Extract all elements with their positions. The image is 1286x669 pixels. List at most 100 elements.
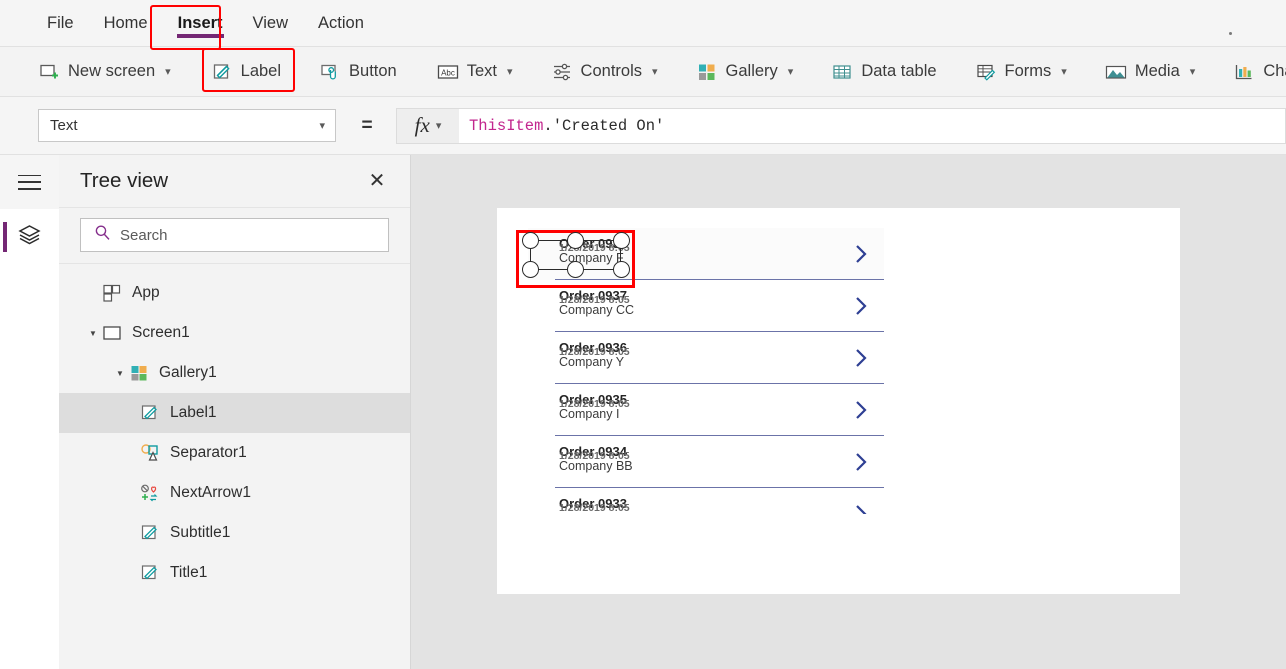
tree-node-subtitle1[interactable]: Subtitle1 xyxy=(59,513,410,553)
menu-item-action[interactable]: Action xyxy=(303,0,379,47)
new-screen-icon xyxy=(38,61,60,83)
forms-button[interactable]: Forms ▾ xyxy=(963,47,1079,97)
tree-node-separator1[interactable]: Separator1 xyxy=(59,433,410,473)
chevron-right-icon[interactable] xyxy=(852,243,871,270)
tree-search-wrapper: Search xyxy=(59,208,410,264)
tree-node-screen1[interactable]: ▼ Screen1 xyxy=(59,313,410,353)
gallery-item-text: Order 0933 1/28/2019 8:05 xyxy=(559,497,630,514)
media-button[interactable]: Media ▾ xyxy=(1093,47,1207,97)
charts-bar-icon xyxy=(1233,61,1255,83)
chevron-right-icon[interactable] xyxy=(852,503,871,514)
equals-sign: = xyxy=(361,114,373,136)
gallery-item[interactable]: Order 0933 1/28/2019 8:05 xyxy=(528,488,884,514)
tree-view-title: Tree view xyxy=(80,169,169,192)
tree-node-gallery1[interactable]: ▼ Gallery1 xyxy=(59,353,410,393)
label-button-label: Label xyxy=(240,62,282,80)
formula-input[interactable]: ThisItem .'Created On' xyxy=(459,107,1286,144)
data-table-button[interactable]: Data table xyxy=(819,47,948,97)
chevron-down-icon: ▾ xyxy=(652,66,658,78)
menu-item-label: Home xyxy=(103,14,148,32)
gallery-item[interactable]: Order 0937 1/28/2019 8:05 Company CC xyxy=(528,280,884,332)
gallery-button[interactable]: Gallery ▾ xyxy=(684,47,806,97)
tree-node-label: Label1 xyxy=(170,404,217,421)
close-icon[interactable]: ✕ xyxy=(366,171,388,191)
text-button[interactable]: Abc Text ▾ xyxy=(425,47,525,97)
menu-item-insert[interactable]: Insert xyxy=(163,0,238,47)
hamburger-menu-button[interactable] xyxy=(0,155,59,209)
gallery-button-label: Gallery xyxy=(725,62,778,80)
menu-item-home[interactable]: Home xyxy=(89,0,163,47)
chevron-down-icon: ▾ xyxy=(787,66,794,78)
search-placeholder: Search xyxy=(120,226,168,244)
menu-item-file[interactable]: File xyxy=(32,0,89,47)
gallery-item-title: Order 0935 1/28/2019 8:05 xyxy=(559,393,630,410)
gallery-item-text: Order 0935 1/28/2019 8:05 Company I xyxy=(559,393,630,421)
chevron-down-icon: ▾ xyxy=(1061,66,1067,78)
chevron-down-icon: ▾ xyxy=(435,120,442,132)
charts-button-label: Char xyxy=(1263,62,1286,80)
menu-item-label: View xyxy=(252,14,289,32)
gallery-grid-icon xyxy=(696,61,718,83)
chevron-right-icon[interactable] xyxy=(852,347,871,374)
menu-item-list: File Home Insert View Action xyxy=(0,0,1286,47)
rail-item-tree-view[interactable] xyxy=(0,209,59,265)
chevron-right-icon[interactable] xyxy=(852,451,871,478)
twisty-expanded-icon[interactable]: ▼ xyxy=(85,329,101,338)
tree-node-label: Subtitle1 xyxy=(170,524,231,541)
gallery-item-date: 1/28/2019 8:05 xyxy=(559,398,630,410)
controls-button[interactable]: Controls ▾ xyxy=(539,47,670,97)
property-select[interactable]: Text ▾ xyxy=(38,109,336,142)
chevron-right-icon[interactable] xyxy=(852,295,871,322)
shapes-icon xyxy=(139,442,161,464)
menu-item-view[interactable]: View xyxy=(238,0,303,47)
new-screen-label: New screen xyxy=(68,62,156,80)
icons-icon xyxy=(139,482,161,504)
hamburger-icon xyxy=(18,174,41,190)
label-icon xyxy=(211,61,233,83)
layers-icon xyxy=(16,221,43,253)
tree-node-label: Title1 xyxy=(170,564,208,581)
gallery-item-text: Order 0938 1/28/2019 8:05 Company F xyxy=(559,237,630,265)
forms-icon xyxy=(975,61,997,83)
label-icon xyxy=(139,402,161,424)
screen-icon xyxy=(101,322,123,344)
tree-node-label1[interactable]: Label1 xyxy=(59,393,410,433)
label-button[interactable]: Label xyxy=(199,47,293,97)
twisty-expanded-icon[interactable]: ▼ xyxy=(112,369,128,378)
tree-node-label: Separator1 xyxy=(170,444,247,461)
app-canvas: Order 0938 1/28/2019 8:05 Company F Orde… xyxy=(411,155,1286,669)
data-table-button-label: Data table xyxy=(861,62,937,80)
menu-item-label: File xyxy=(47,14,74,32)
gallery-item-title: Order 0938 1/28/2019 8:05 xyxy=(559,237,630,254)
forms-button-label: Forms xyxy=(1004,62,1052,80)
svg-text:Abc: Abc xyxy=(441,68,455,77)
gallery-item[interactable]: Order 0934 1/28/2019 8:05 Company BB xyxy=(528,436,884,488)
gallery-item[interactable]: Order 0935 1/28/2019 8:05 Company I xyxy=(528,384,884,436)
text-button-label: Text xyxy=(466,62,498,80)
tree-node-label: App xyxy=(132,284,160,301)
screen1-surface[interactable]: Order 0938 1/28/2019 8:05 Company F Orde… xyxy=(497,208,1180,594)
tree-node-title1[interactable]: Title1 xyxy=(59,553,410,593)
gallery-item-title: Order 0933 1/28/2019 8:05 xyxy=(559,497,630,514)
new-screen-button[interactable]: New screen ▾ xyxy=(26,47,183,97)
chevron-down-icon: ▾ xyxy=(507,66,513,78)
tree-view-panel: Tree view ✕ Search App ▼ Screen1 ▼ Galle… xyxy=(59,155,411,669)
menu-bar: File Home Insert View Action xyxy=(0,0,1286,47)
controls-sliders-icon xyxy=(551,61,573,83)
charts-button[interactable]: Char xyxy=(1221,47,1286,97)
fx-button[interactable]: fx ▾ xyxy=(396,107,459,144)
gallery-item[interactable]: Order 0936 1/28/2019 8:05 Company Y xyxy=(528,332,884,384)
tree-node-nextarrow1[interactable]: NextArrow1 xyxy=(59,473,410,513)
gallery-item-date: 1/28/2019 8:05 xyxy=(559,242,630,254)
media-image-icon xyxy=(1105,61,1127,83)
button-button[interactable]: Button xyxy=(307,47,409,97)
property-select-value: Text xyxy=(50,117,78,134)
gallery1[interactable]: Order 0938 1/28/2019 8:05 Company F Orde… xyxy=(528,228,884,514)
chevron-right-icon[interactable] xyxy=(852,399,871,426)
gallery-item-text: Order 0934 1/28/2019 8:05 Company BB xyxy=(559,445,633,473)
menu-item-label: Insert xyxy=(177,14,223,32)
tree-node-app[interactable]: App xyxy=(59,273,410,313)
chevron-down-icon: ▾ xyxy=(1189,66,1196,78)
search-input[interactable]: Search xyxy=(80,218,389,252)
gallery-item[interactable]: Order 0938 1/28/2019 8:05 Company F xyxy=(528,228,884,280)
